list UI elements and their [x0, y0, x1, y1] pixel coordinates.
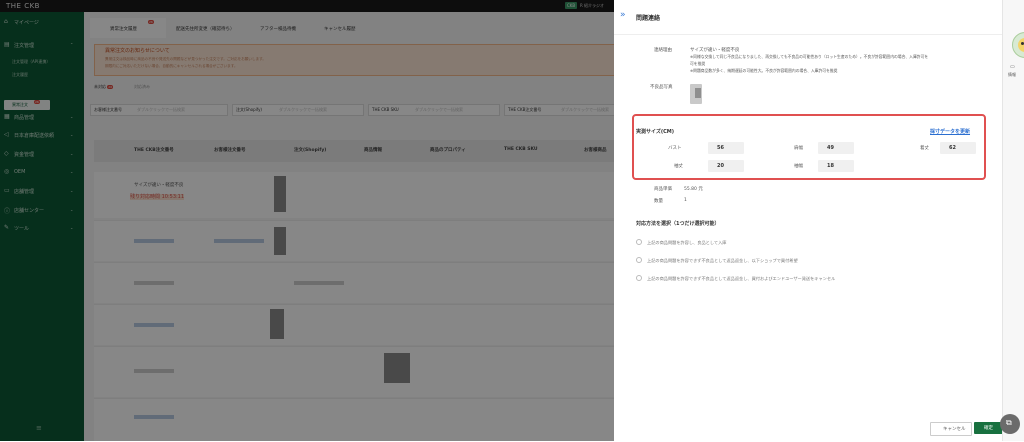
length-field[interactable]: 62 [940, 142, 976, 154]
highlight-box [632, 114, 986, 180]
sleeve-width-field[interactable]: 18 [818, 160, 854, 172]
modal-overlay[interactable] [0, 0, 624, 441]
size-section-title: 実測サイズ(CM) [636, 129, 675, 135]
options-title: 対応方法を選択（1つだけ選択可能） [636, 221, 720, 227]
unit-price: 55.80 元 [684, 187, 703, 192]
issue-drawer: » 問題連絡 連絡理由 サイズが違い・軽度不良 ※同様な交換して同じ不良品になり… [614, 0, 1024, 441]
quantity: 1 [684, 198, 687, 203]
option-accept[interactable]: 上記の商品問題を許容し、良品として入庫 [636, 239, 726, 246]
radio-button[interactable] [636, 257, 642, 263]
bust-field[interactable]: 56 [708, 142, 744, 154]
cancel-button[interactable]: キャンセル [930, 422, 972, 436]
defect-photo-thumbnail[interactable] [690, 84, 702, 104]
chat-icon: ⧉ [1006, 418, 1012, 427]
expand-icon[interactable]: » [620, 10, 626, 20]
sleeve-length-field[interactable]: 20 [708, 160, 744, 172]
radio-button[interactable] [636, 275, 642, 281]
drawer-header: » 問題連絡 [614, 0, 1002, 35]
option-return-cancel[interactable]: 上記の商品問題を許容できず不良品として返品返金し、買付およびエンドユーザー発送を… [636, 275, 835, 282]
chat-float-button[interactable]: ⧉ [1000, 414, 1020, 434]
radio-button[interactable] [636, 239, 642, 245]
shoulder-field[interactable]: 49 [818, 142, 854, 154]
drawer-title: 問題連絡 [636, 15, 661, 22]
option-return-rebuy[interactable]: 上記の商品問題を許容できず不良品として返品返金し、以下ショップで買付希望 [636, 257, 798, 264]
info-icon[interactable]: ▭ [1010, 64, 1015, 70]
update-size-link[interactable]: 採寸データを更新 [930, 128, 970, 135]
